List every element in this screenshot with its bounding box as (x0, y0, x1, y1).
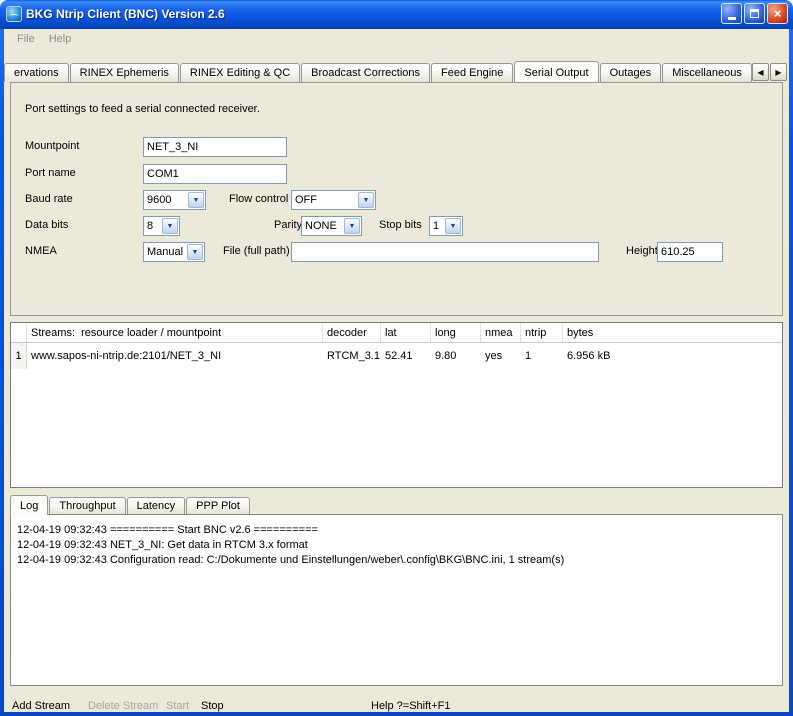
chevron-down-icon[interactable]: ▼ (344, 218, 360, 234)
tab-observations[interactable]: ervations (4, 63, 69, 82)
cell-lat: 52.41 (381, 343, 431, 369)
tab-serial-output[interactable]: Serial Output (514, 61, 598, 82)
data-bits-label: Data bits (25, 219, 68, 231)
mountpoint-label: Mountpoint (25, 140, 79, 152)
column-header-mountpoint: Streams: resource loader / mountpoint (27, 323, 323, 342)
stop-bits-label: Stop bits (379, 219, 422, 231)
stop-bits-select[interactable]: 1 ▼ (429, 216, 463, 236)
help-button[interactable]: Help ?=Shift+F1 (371, 700, 451, 712)
tab-scroll-left-icon[interactable]: ◀ (752, 63, 769, 81)
maximize-icon (750, 9, 759, 18)
pane-description: Port settings to feed a serial connected… (25, 103, 260, 115)
nmea-value: Manual (144, 246, 186, 258)
cell-ntrip: 1 (521, 343, 563, 369)
log-line: 12-04-19 09:32:43 ========== Start BNC v… (17, 523, 776, 538)
height-label: Height (626, 245, 658, 257)
mountpoint-input[interactable] (143, 137, 287, 157)
chevron-down-icon[interactable]: ▼ (358, 192, 374, 208)
add-stream-button[interactable]: Add Stream (12, 700, 70, 712)
row-number: 1 (11, 343, 27, 369)
flow-control-label: Flow control (229, 193, 288, 205)
header-corner (11, 323, 27, 342)
cell-mountpoint: www.sapos-ni-ntrip.de:2101/NET_3_NI (27, 343, 323, 369)
titlebar[interactable]: BKG Ntrip Client (BNC) Version 2.6 × (0, 0, 793, 29)
cell-nmea: yes (481, 343, 521, 369)
tab-feed-engine[interactable]: Feed Engine (431, 63, 513, 82)
minimize-button[interactable] (721, 3, 742, 24)
tab-scroll-right-icon[interactable]: ▶ (770, 63, 787, 81)
column-header-nmea: nmea (481, 323, 521, 342)
log-output[interactable]: 12-04-19 09:32:43 ========== Start BNC v… (10, 514, 783, 686)
port-name-label: Port name (25, 167, 76, 179)
window-controls: × (719, 3, 788, 24)
tab-latency[interactable]: Latency (127, 497, 186, 514)
data-bits-select[interactable]: 8 ▼ (143, 216, 180, 236)
tab-log[interactable]: Log (10, 495, 48, 515)
tab-strip: ervations RINEX Ephemeris RINEX Editing … (4, 60, 789, 82)
chevron-down-icon[interactable]: ▼ (187, 244, 203, 260)
nmea-select[interactable]: Manual ▼ (143, 242, 205, 262)
baud-rate-label: Baud rate (25, 193, 73, 205)
cell-long: 9.80 (431, 343, 481, 369)
delete-stream-button[interactable]: Delete Stream (88, 700, 158, 712)
tab-rinex-editing-qc[interactable]: RINEX Editing & QC (180, 63, 300, 82)
menu-help[interactable]: Help (42, 31, 79, 47)
parity-label: Parity (274, 219, 302, 231)
chevron-down-icon[interactable]: ▼ (188, 192, 204, 208)
stop-button[interactable]: Stop (201, 700, 224, 712)
column-header-lat: lat (381, 323, 431, 342)
tab-scroll-buttons: ◀ ▶ (751, 63, 787, 81)
port-name-input[interactable] (143, 164, 287, 184)
cell-decoder: RTCM_3.1 (323, 343, 381, 369)
minimize-icon (728, 17, 736, 20)
streams-table: Streams: resource loader / mountpoint de… (10, 322, 783, 488)
tab-ppp-plot[interactable]: PPP Plot (186, 497, 250, 514)
chevron-down-icon[interactable]: ▼ (445, 218, 461, 234)
baud-rate-select[interactable]: 9600 ▼ (143, 190, 206, 210)
stop-bits-value: 1 (430, 220, 444, 232)
nmea-label: NMEA (25, 245, 57, 257)
file-path-input[interactable] (291, 242, 599, 262)
action-bar: Add Stream Delete Stream Start Stop Help… (4, 692, 789, 712)
column-header-ntrip: ntrip (521, 323, 563, 342)
bottom-tab-bar: Log Throughput Latency PPP Plot (10, 494, 783, 514)
column-header-decoder: decoder (323, 323, 381, 342)
flow-control-value: OFF (292, 194, 357, 206)
height-input[interactable] (657, 242, 723, 262)
baud-rate-value: 9600 (144, 194, 187, 206)
close-button[interactable]: × (767, 3, 788, 24)
start-button[interactable]: Start (166, 700, 189, 712)
tab-throughput[interactable]: Throughput (49, 497, 125, 514)
tab-broadcast-corrections[interactable]: Broadcast Corrections (301, 63, 430, 82)
table-row[interactable]: 1 www.sapos-ni-ntrip.de:2101/NET_3_NI RT… (11, 343, 782, 369)
bnc-window: BKG Ntrip Client (BNC) Version 2.6 × Fil… (0, 0, 793, 716)
flow-control-select[interactable]: OFF ▼ (291, 190, 376, 210)
menu-file[interactable]: File (10, 31, 42, 47)
maximize-button[interactable] (744, 3, 765, 24)
client-area: File Help ervations RINEX Ephemeris RINE… (4, 29, 789, 712)
parity-value: NONE (302, 220, 343, 232)
column-header-long: long (431, 323, 481, 342)
column-header-bytes: bytes (563, 323, 782, 342)
menubar: File Help (4, 29, 789, 49)
file-path-label: File (full path) (223, 245, 290, 257)
chevron-down-icon[interactable]: ▼ (162, 218, 178, 234)
tab-miscellaneous[interactable]: Miscellaneous (662, 63, 752, 82)
app-icon (6, 6, 22, 22)
data-bits-value: 8 (144, 220, 161, 232)
cell-bytes: 6.956 kB (563, 343, 782, 369)
tab-bar: ervations RINEX Ephemeris RINEX Editing … (4, 60, 789, 82)
serial-output-pane: Port settings to feed a serial connected… (10, 82, 783, 316)
window-title: BKG Ntrip Client (BNC) Version 2.6 (26, 7, 719, 21)
log-line: 12-04-19 09:32:43 Configuration read: C:… (17, 553, 776, 568)
tab-rinex-ephemeris[interactable]: RINEX Ephemeris (70, 63, 179, 82)
log-line: 12-04-19 09:32:43 NET_3_NI: Get data in … (17, 538, 776, 553)
streams-table-header: Streams: resource loader / mountpoint de… (11, 323, 782, 343)
tab-outages[interactable]: Outages (600, 63, 662, 82)
close-icon: × (774, 7, 782, 20)
parity-select[interactable]: NONE ▼ (301, 216, 362, 236)
